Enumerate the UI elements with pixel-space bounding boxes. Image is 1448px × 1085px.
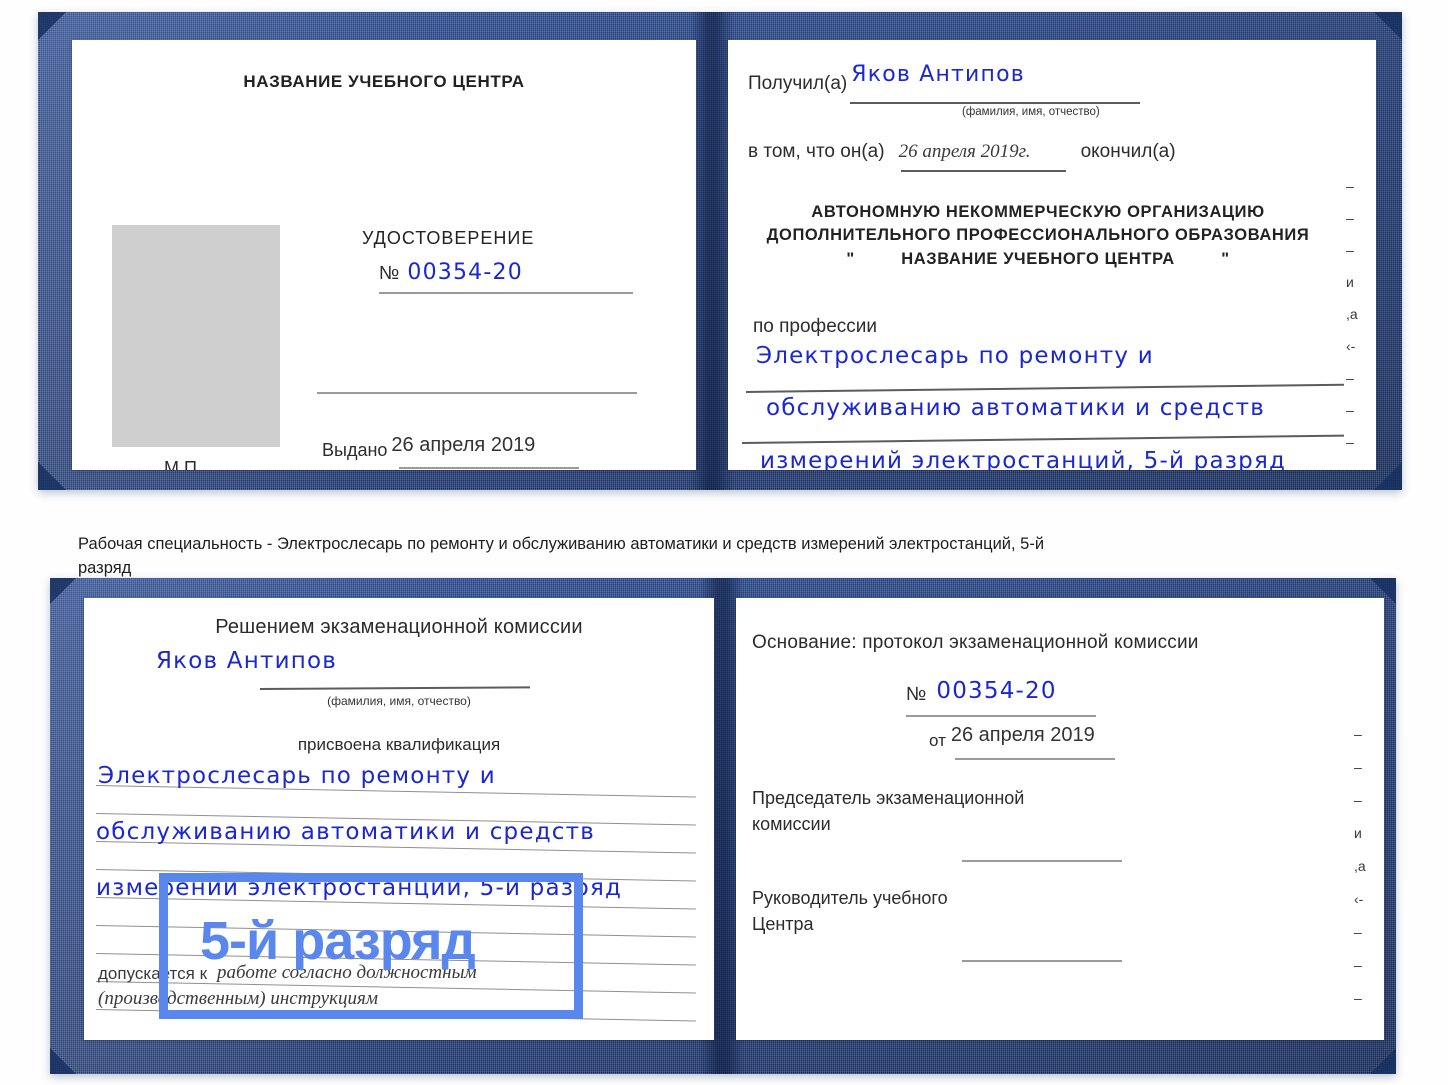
profession-rule-1 (745, 383, 1344, 393)
qual-line-2: обслуживанию автоматики и средств (96, 819, 596, 845)
received-underline (850, 102, 1140, 104)
issued-underline (399, 467, 579, 469)
profession-line-2: обслуживанию автоматики и средств (766, 395, 1266, 421)
bottom-name-value: Яков Антипов (156, 648, 337, 674)
bottom-number-symbol: № (906, 684, 927, 705)
blank-underline (317, 392, 637, 394)
cover2-fold-bottom-left (50, 1048, 76, 1074)
edge-mark: – (1346, 178, 1354, 194)
edge-mark: и (1346, 274, 1354, 290)
finished-label: окончил(а) (1080, 141, 1176, 162)
top-left-page: НАЗВАНИЕ УЧЕБНОГО ЦЕНТРА УДОСТОВЕРЕНИЕ №… (72, 40, 696, 470)
top-right-page: Получил(а) Яков Антипов (фамилия, имя, о… (728, 40, 1376, 470)
received-row: Получил(а) Яков Антипов (748, 62, 1025, 95)
head-line-2: Центра (752, 914, 814, 934)
edge-mark: ,а (1346, 306, 1358, 322)
edge-mark: – (1346, 242, 1354, 258)
bottom-fio-hint: (фамилия, имя, отчество) (327, 694, 471, 708)
top-left-header: НАЗВАНИЕ УЧЕБНОГО ЦЕНТРА (243, 72, 525, 91)
basis-label: Основание: протокол экзаменационной коми… (752, 632, 1199, 653)
bottom-number-value: 00354-20 (936, 678, 1057, 704)
that-he-row: в том, что он(а) 26 апреля 2019г. окончи… (748, 141, 1176, 163)
cover-fold-top-left (38, 12, 66, 40)
org-line-1: АВТОНОМНУЮ НЕКОММЕРЧЕСКУЮ ОРГАНИЗАЦИЮ (811, 203, 1265, 221)
profession-line-3: измерений электростанций, 5-й разряд (760, 448, 1287, 470)
that-he-label: в том, что он(а) (748, 141, 885, 162)
bottom-number-row: № 00354-20 (906, 678, 1057, 706)
bottom-right-edge-marks: – – – и ,а ‹- – – – (1354, 726, 1380, 1023)
top-left-number-row: № 00354-20 (379, 260, 523, 285)
edge-mark: ,а (1354, 858, 1366, 874)
from-underline (955, 758, 1115, 760)
edge-mark: и (1354, 825, 1362, 841)
from-row: от 26 апреля 2019 (929, 724, 1095, 751)
bottom-left-header: Решением экзаменационной комиссии (215, 616, 583, 638)
cover-fold-bottom-right (1374, 462, 1402, 490)
bottom-number-underline (906, 715, 1096, 717)
stamp-label: М.П. (164, 458, 202, 470)
bottom-right-page: Основание: протокол экзаменационной коми… (736, 598, 1384, 1040)
edge-mark: – (1354, 792, 1362, 808)
head-signature-line (962, 960, 1122, 962)
number-value: 00354-20 (407, 260, 523, 285)
that-he-value: 26 апреля 2019г. (898, 141, 1031, 162)
qualification-label: присвоена квалификация (297, 735, 501, 754)
that-he-underline (901, 170, 1066, 172)
number-symbol: № (379, 263, 400, 284)
cover2-fold-top-left (50, 578, 76, 604)
fio-hint: (фамилия, имя, отчество) (962, 106, 1100, 118)
number-underline (379, 292, 633, 294)
chairman-signature-line (962, 860, 1122, 862)
profession-label: по профессии (753, 316, 877, 337)
bottom-name-underline (259, 686, 530, 690)
edge-mark: – (1354, 759, 1362, 775)
cover-fold-bottom-left (38, 462, 66, 490)
org-name-row: " НАЗВАНИЕ УЧЕБНОГО ЦЕНТРА " (728, 250, 1348, 269)
issued-label: Выдано (322, 440, 388, 460)
edge-mark: ‹- (1354, 891, 1364, 907)
top-right-edge-marks: – – – и ,а ‹- – – – (1346, 178, 1372, 466)
edge-mark: – (1354, 924, 1362, 940)
photo-placeholder (112, 225, 280, 447)
edge-mark: ‹- (1346, 338, 1356, 354)
edge-mark: – (1346, 402, 1354, 418)
edge-mark: – (1346, 370, 1354, 386)
received-value: Яков Антипов (851, 62, 1025, 87)
edge-mark: – (1354, 957, 1362, 973)
org-name: НАЗВАНИЕ УЧЕБНОГО ЦЕНТРА (901, 250, 1175, 268)
issued-row: Выдано 26 апреля 2019 (322, 434, 535, 461)
cover2-fold-bottom-right (1370, 1048, 1396, 1074)
page-caption: Рабочая специальность - Электрослесарь п… (78, 535, 1045, 577)
top-left-title: УДОСТОВЕРЕНИЕ (362, 228, 535, 248)
qual-line-1: Электрослесарь по ремонту и (98, 763, 496, 789)
from-value: 26 апреля 2019 (950, 724, 1095, 746)
highlight-label: 5-й разряд (200, 911, 476, 971)
profession-rule-2 (741, 434, 1344, 444)
edge-mark: – (1346, 210, 1354, 226)
org-quote-open: " (846, 250, 855, 268)
chairman-line-2: комиссии (752, 814, 831, 834)
from-label: от (929, 731, 946, 750)
org-line-2: ДОПОЛНИТЕЛЬНОГО ПРОФЕССИОНАЛЬНОГО ОБРАЗО… (766, 226, 1310, 244)
edge-mark: – (1346, 434, 1354, 450)
received-label: Получил(а) (748, 73, 848, 94)
issued-value: 26 апреля 2019 (391, 434, 536, 456)
profession-line-1: Электрослесарь по ремонту и (756, 343, 1154, 369)
screenshot-root: НАЗВАНИЕ УЧЕБНОГО ЦЕНТРА УДОСТОВЕРЕНИЕ №… (0, 0, 1448, 1085)
cover-fold-top-right (1374, 12, 1402, 40)
chairman-line-1: Председатель экзаменационной (752, 788, 1025, 808)
head-line-1: Руководитель учебного (752, 888, 948, 908)
edge-mark: – (1354, 990, 1362, 1006)
org-quote-close: " (1221, 250, 1230, 268)
edge-mark: – (1354, 726, 1362, 742)
